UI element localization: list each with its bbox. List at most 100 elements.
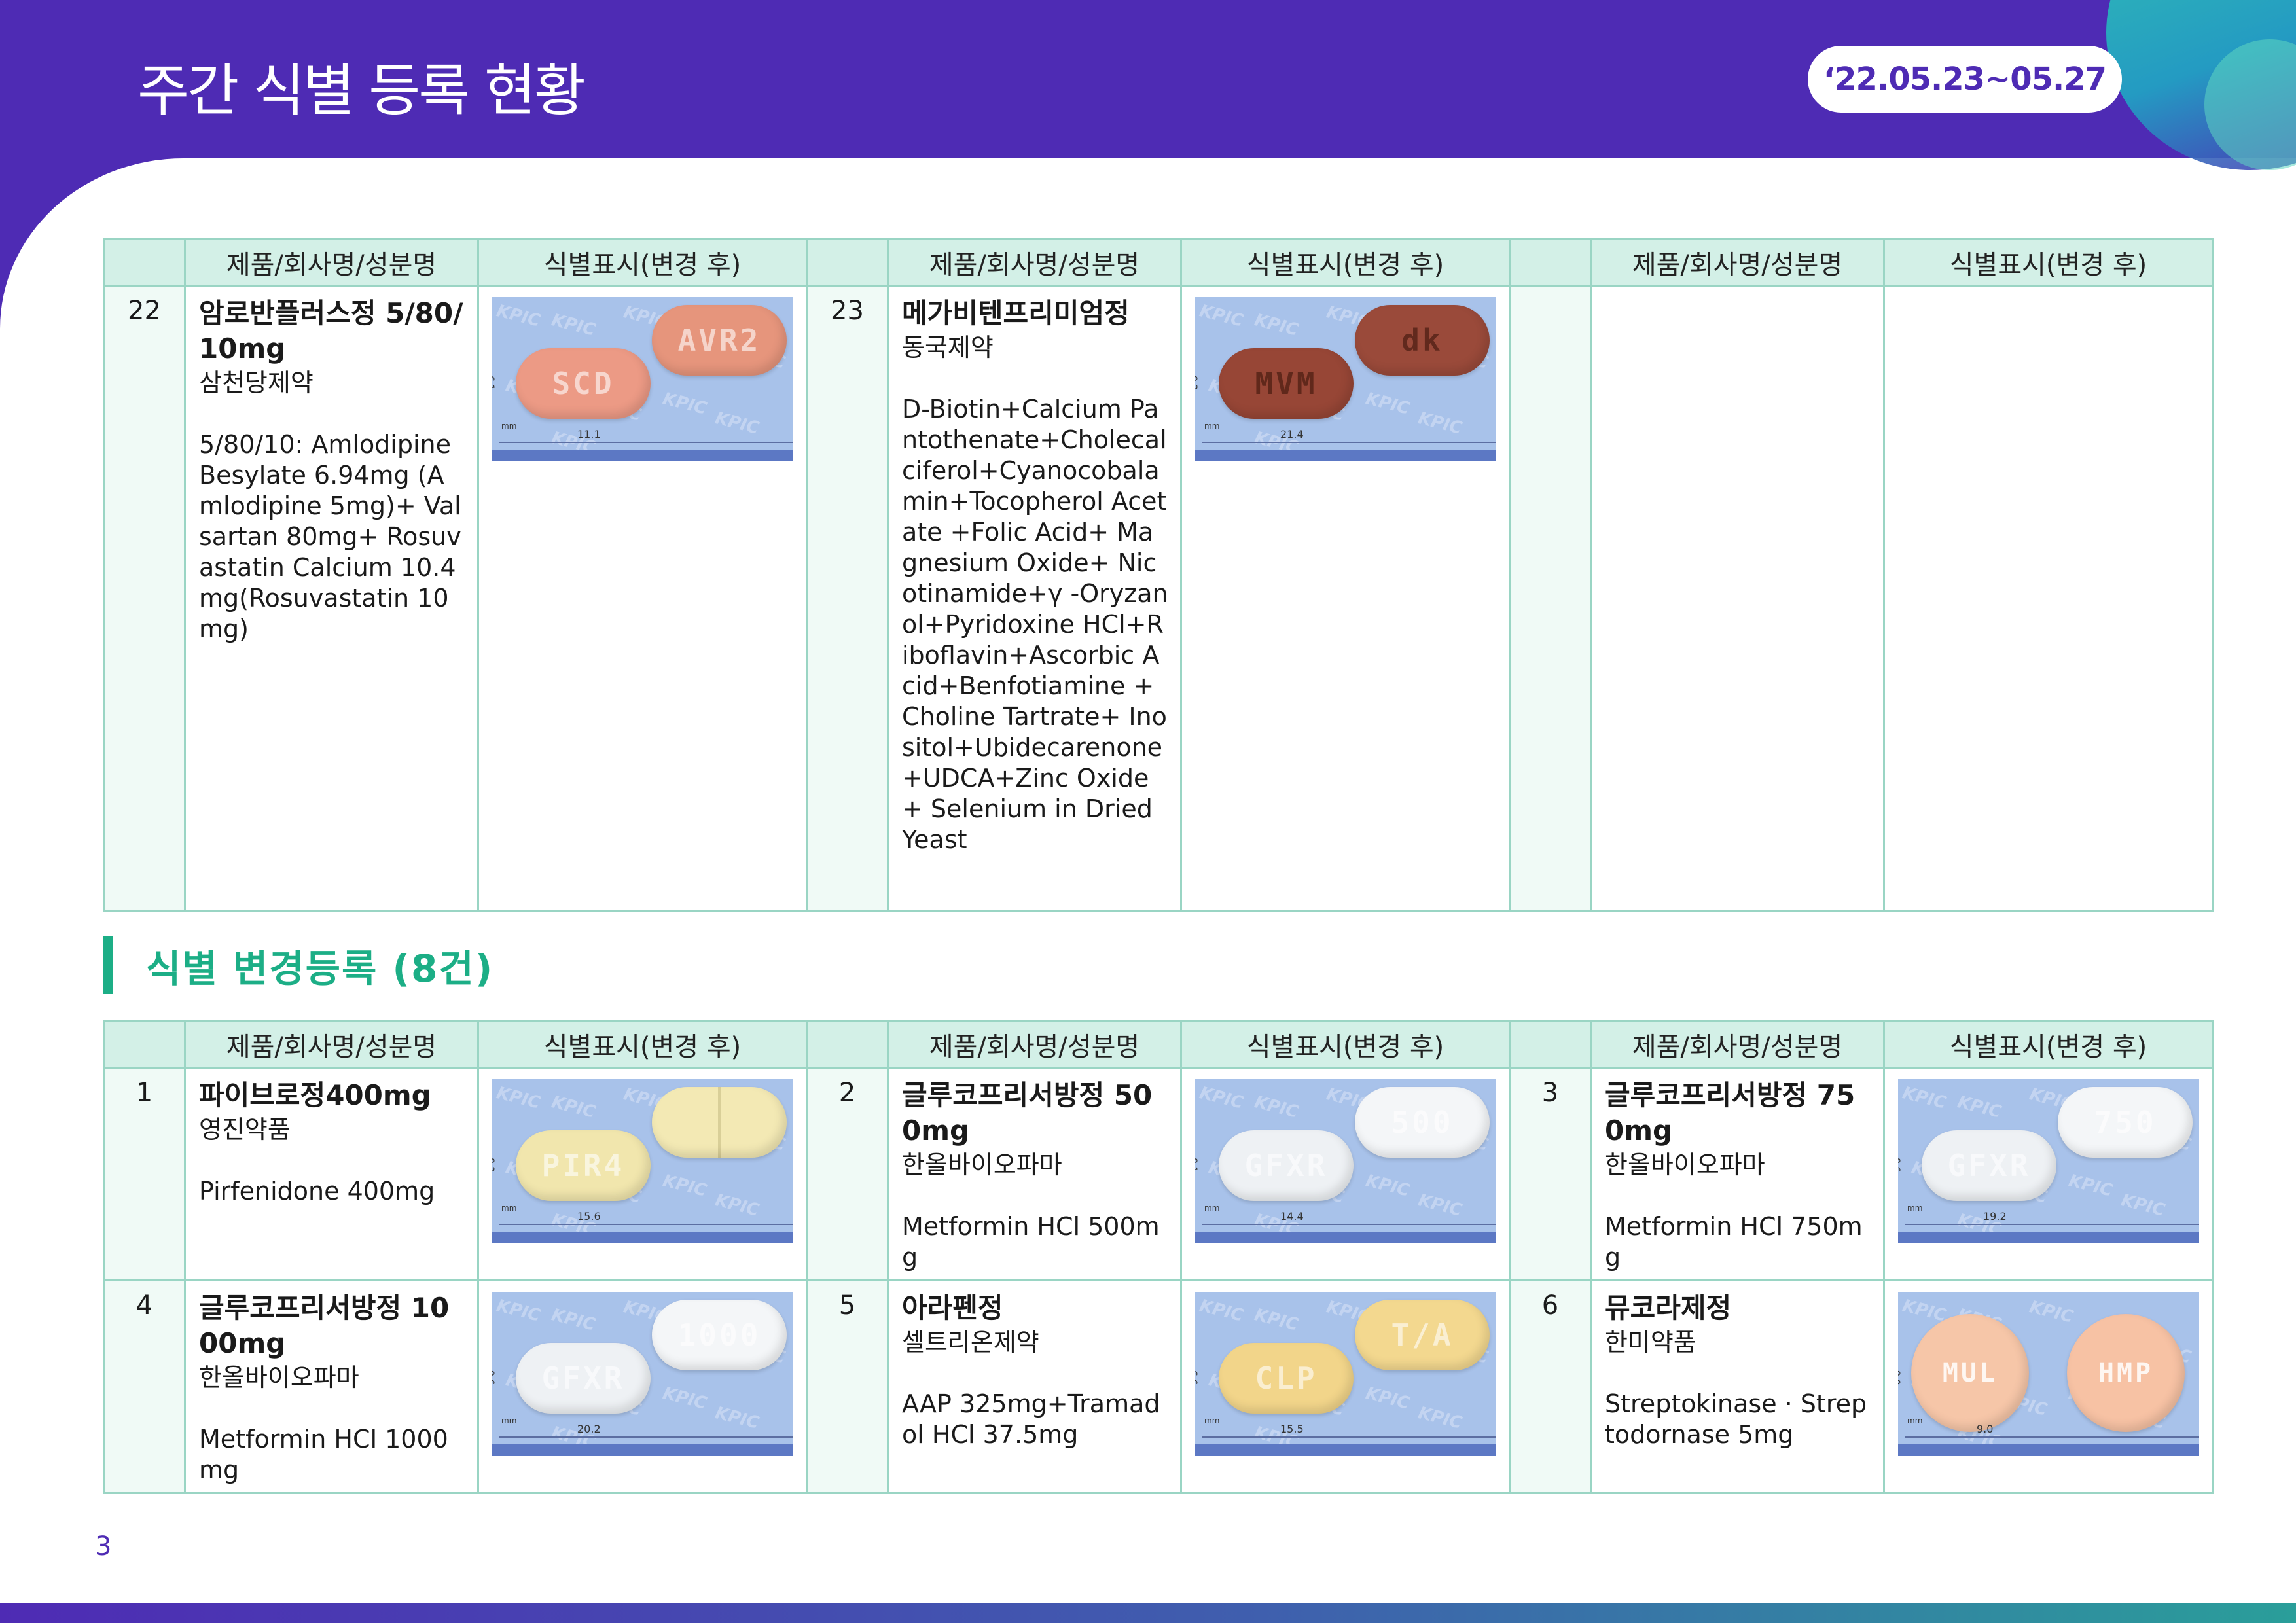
company-name: 셀트리온제약	[902, 1328, 1039, 1357]
watermark-text: KPIC	[1197, 301, 1246, 331]
pill-photo: KPICKPICKPICKPICKPICKPICKPICKPICKPICKPIC…	[1195, 1292, 1496, 1456]
company-name: 한올바이오파마	[1605, 1150, 1765, 1179]
item-number: 22	[103, 285, 186, 912]
watermark-text: KPIC	[2066, 1171, 2115, 1201]
empty-cell	[1590, 285, 1885, 912]
credit-strip	[1898, 1232, 2199, 1243]
pill-shape-top: AVR2	[652, 305, 787, 376]
pill-shape-bottom: GFXR	[1922, 1130, 2056, 1201]
scale-line	[1202, 442, 1496, 450]
ingredient-list: Streptokinase · Streptodornase 5mg	[1605, 1389, 1867, 1449]
item-number: 1	[103, 1067, 186, 1281]
unit-label: mm	[501, 1416, 517, 1425]
product-name: 글루코프리서방정 500mg	[902, 1079, 1153, 1147]
product-name: 파이브로정400mg	[199, 1079, 431, 1111]
product-info: 파이브로정400mg 영진약품 Pirfenidone 400mg	[184, 1067, 479, 1281]
height-label: 8.2	[492, 1158, 495, 1173]
scale-line	[1202, 1436, 1496, 1444]
pill-image-cell: KPICKPICKPICKPICKPICKPICKPICKPICKPICKPIC…	[1180, 1279, 1511, 1494]
unit-label: mm	[1907, 1204, 1923, 1213]
header-cell-marking: 식별표시(변경 후)	[477, 238, 808, 287]
pill-shape-bottom: GFXR	[1219, 1130, 1354, 1201]
page-title: 주간 식별 등록 현황	[137, 58, 586, 124]
scale-line	[499, 442, 793, 450]
pill-shape-top	[652, 1087, 787, 1158]
scale-line	[499, 1224, 793, 1232]
scale-line	[1905, 1224, 2199, 1232]
header-cell-no	[1509, 1020, 1592, 1069]
pill-shape-top: 1000	[652, 1300, 787, 1370]
header-cell-product: 제품/회사명/성분명	[1590, 1020, 1885, 1069]
company-name: 한미약품	[1605, 1328, 1696, 1357]
product-name: 글루코프리서방정 750mg	[1605, 1079, 1856, 1147]
ingredient-list: D-Biotin+Calcium Pantothenate+Cholecalci…	[902, 395, 1168, 854]
ingredient-list: AAP 325mg+Tramadol HCl 37.5mg	[902, 1389, 1160, 1449]
pill-image-cell: KPICKPICKPICKPICKPICKPICKPICKPICKPICKPIC…	[1883, 1067, 2214, 1281]
watermark-text: KPIC	[1900, 1083, 1948, 1113]
item-number: 6	[1509, 1279, 1592, 1494]
watermark-text: KPIC	[1416, 408, 1464, 438]
header-banner: 주간 식별 등록 현황 ‘22.05.23~05.27	[0, 0, 2296, 170]
watermark-text: KPIC	[494, 1083, 543, 1113]
watermark-text: KPIC	[1197, 1083, 1246, 1113]
unit-label: mm	[1204, 1416, 1220, 1425]
pill-shape-top: 750	[2058, 1087, 2193, 1158]
watermark-text: KPIC	[549, 1092, 598, 1122]
product-info: 아라펜정 셀트리온제약 AAP 325mg+Tramadol HCl 37.5m…	[887, 1279, 1182, 1494]
width-label: 15.6	[577, 1210, 601, 1222]
registration-table-new: 제품/회사명/성분명 식별표시(변경 후) 제품/회사명/성분명 식별표시(변경…	[103, 238, 2214, 912]
unit-label: mm	[1907, 1416, 1923, 1425]
pill-photo: KPICKPICKPICKPICKPICKPICKPICKPICKPICKPIC…	[1898, 1079, 2199, 1243]
pill-image-cell: KPICKPICKPICKPICKPICKPICKPICKPICKPICKPIC…	[477, 1279, 808, 1494]
header-cell-marking: 식별표시(변경 후)	[1180, 238, 1511, 287]
width-label: 20.2	[577, 1423, 601, 1435]
watermark-text: KPIC	[1363, 1383, 1412, 1414]
section-heading: 식별 변경등록 (8건)	[103, 936, 493, 995]
pill-photo: KPICKPICKPICKPICKPICKPICKPICKPICKPICKPIC…	[492, 297, 793, 461]
company-name: 동국제약	[902, 333, 994, 362]
ingredient-list: Metformin HCl 500mg	[902, 1212, 1160, 1272]
product-name: 아라펜정	[902, 1292, 1003, 1324]
credit-strip	[492, 450, 793, 461]
pill-shape-top: dk	[1355, 305, 1490, 376]
watermark-text: KPIC	[494, 1296, 543, 1326]
scale-line	[499, 1436, 793, 1444]
item-number: 2	[806, 1067, 889, 1281]
pill-shape-bottom: CLP	[1219, 1343, 1354, 1414]
pill-shape-bottom: HMP	[2067, 1314, 2185, 1432]
credit-strip	[1195, 1444, 1496, 1456]
credit-strip	[492, 1444, 793, 1456]
pill-shape-bottom: MVM	[1219, 348, 1354, 419]
watermark-text: KPIC	[1955, 1092, 2003, 1122]
height-label: 9.0	[1898, 1370, 1901, 1385]
credit-strip	[1898, 1444, 2199, 1456]
unit-label: mm	[1204, 421, 1220, 431]
scale-line	[1202, 1224, 1496, 1232]
credit-strip	[1195, 1232, 1496, 1243]
item-number: 5	[806, 1279, 889, 1494]
watermark-text: KPIC	[549, 1305, 598, 1335]
watermark-text: KPIC	[1252, 1305, 1300, 1335]
height-label: 6.1	[492, 376, 495, 391]
pill-photo: KPICKPICKPICKPICKPICKPICKPICKPICKPICKPIC…	[1898, 1292, 2199, 1456]
header-cell-no	[806, 238, 889, 287]
watermark-text: KPIC	[1363, 1171, 1412, 1201]
watermark-text: KPIC	[660, 389, 709, 419]
header-cell-no	[806, 1020, 889, 1069]
header-cell-product: 제품/회사명/성분명	[1590, 238, 1885, 287]
header-cell-marking: 식별표시(변경 후)	[1883, 1020, 2214, 1069]
pill-shape-top: T/A	[1355, 1300, 1490, 1370]
pill-photo: KPICKPICKPICKPICKPICKPICKPICKPICKPICKPIC…	[492, 1079, 793, 1243]
watermark-text: KPIC	[1416, 1403, 1464, 1433]
table-row: 4 글루코프리서방정 1000mg 한올바이오파마 Metformin HCl …	[103, 1279, 2214, 1494]
ingredient-list: 5/80/10: Amlodipine Besylate 6.94mg (Aml…	[199, 430, 461, 643]
table-row: 1 파이브로정400mg 영진약품 Pirfenidone 400mg KPIC…	[103, 1067, 2214, 1281]
product-info: 글루코프리서방정 1000mg 한올바이오파마 Metformin HCl 10…	[184, 1279, 479, 1494]
item-number: 3	[1509, 1067, 1592, 1281]
height-label: 6.6	[1195, 1370, 1198, 1385]
header-cell-marking: 식별표시(변경 후)	[477, 1020, 808, 1069]
empty-cell	[1509, 285, 1592, 912]
header-cell-no	[1509, 238, 1592, 287]
watermark-text: KPIC	[1197, 1296, 1246, 1326]
watermark-text: KPIC	[1252, 1092, 1300, 1122]
